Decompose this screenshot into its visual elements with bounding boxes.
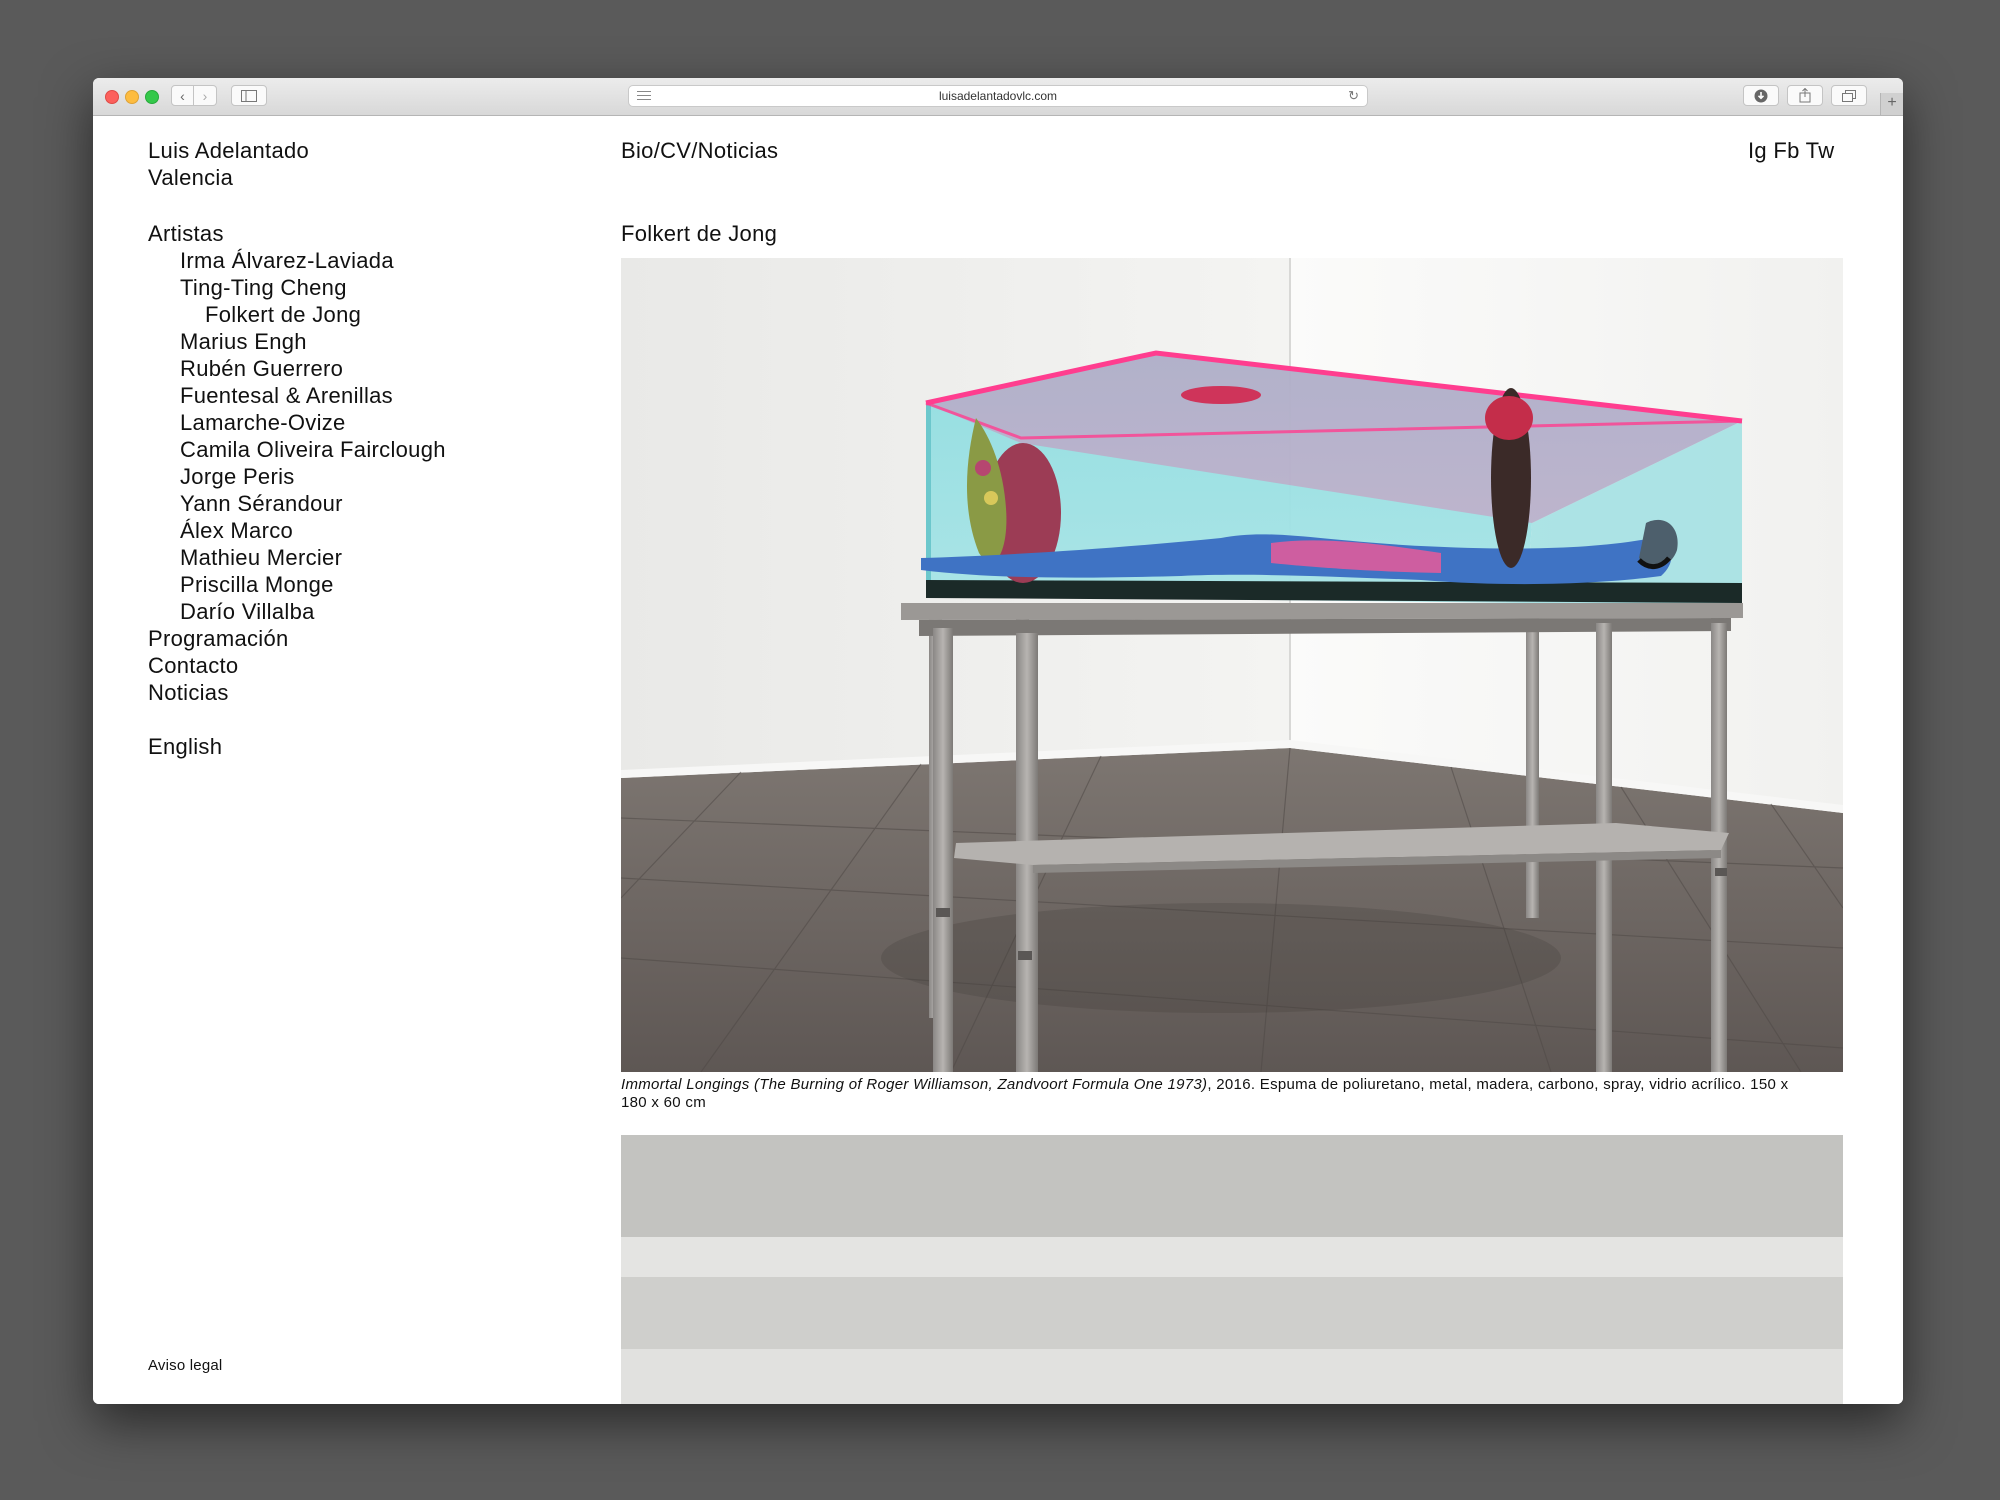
zoom-window-button[interactable] <box>145 90 159 104</box>
artist-link[interactable]: Mathieu Mercier <box>148 544 446 571</box>
share-icon <box>1799 88 1811 103</box>
share-button[interactable] <box>1787 85 1823 106</box>
artist-link[interactable]: Irma Álvarez-Laviada <box>148 247 446 274</box>
artwork-image <box>621 258 1843 1072</box>
chevron-left-icon: ‹ <box>180 87 185 104</box>
legal-notice-link[interactable]: Aviso legal <box>148 1352 222 1379</box>
site-city: Valencia <box>148 165 234 190</box>
minimize-window-button[interactable] <box>125 90 139 104</box>
artwork-image-2 <box>621 1135 1843 1404</box>
tabs-overview-button[interactable] <box>1831 85 1867 106</box>
social-links: Ig Fb Tw <box>1748 137 1834 164</box>
site-name-link[interactable]: Luis Adelantado <box>148 137 309 164</box>
close-window-button[interactable] <box>105 90 119 104</box>
artist-link[interactable]: Ting-Ting Cheng <box>148 274 446 301</box>
language-link[interactable]: English <box>148 733 446 760</box>
twitter-link[interactable]: Tw <box>1806 138 1835 163</box>
main-menu: Artistas Irma Álvarez-Laviada Ting-Ting … <box>148 220 446 760</box>
sidebar-icon <box>241 89 257 102</box>
browser-toolbar: ‹ › luisadelantadovlc.com ↻ + <box>93 78 1903 116</box>
sidebar-button[interactable] <box>231 85 267 106</box>
tabs-icon <box>1842 89 1856 102</box>
artwork-title: Immortal Longings (The Burning of Roger … <box>621 1076 1208 1093</box>
menu-artistas[interactable]: Artistas <box>148 220 446 247</box>
artist-link[interactable]: Marius Engh <box>148 328 446 355</box>
reload-icon[interactable]: ↻ <box>1348 88 1359 104</box>
browser-window: ‹ › luisadelantadovlc.com ↻ + Luis Adela… <box>93 78 1903 1404</box>
facebook-link[interactable]: Fb <box>1773 138 1799 163</box>
artist-link[interactable]: Fuentesal & Arenillas <box>148 382 446 409</box>
menu-spacer <box>148 706 446 733</box>
new-tab-button[interactable]: + <box>1880 93 1903 115</box>
artist-link[interactable]: Priscilla Monge <box>148 571 446 598</box>
url-text: luisadelantadovlc.com <box>938 89 1058 103</box>
artist-link[interactable]: Rubén Guerrero <box>148 355 446 382</box>
menu-programacion[interactable]: Programación <box>148 625 446 652</box>
artwork-caption: Immortal Longings (The Burning of Roger … <box>621 1076 1801 1112</box>
instagram-link[interactable]: Ig <box>1748 138 1767 163</box>
downloads-button[interactable] <box>1743 85 1779 106</box>
bio-cv-news-link[interactable]: Bio/CV/Noticias <box>621 137 778 164</box>
menu-contacto[interactable]: Contacto <box>148 652 446 679</box>
artist-link-active[interactable]: Folkert de Jong <box>148 301 446 328</box>
artist-link[interactable]: Jorge Peris <box>148 463 446 490</box>
chevron-right-icon: › <box>202 87 208 104</box>
artist-title: Folkert de Jong <box>621 221 778 246</box>
forward-button[interactable]: › <box>194 85 217 106</box>
address-bar[interactable]: luisadelantadovlc.com ↻ <box>628 85 1368 107</box>
history-nav: ‹ › <box>171 85 217 106</box>
artwork-photo[interactable] <box>621 258 1843 1072</box>
artist-link[interactable]: Yann Sérandour <box>148 490 446 517</box>
menu-noticias[interactable]: Noticias <box>148 679 446 706</box>
artist-link[interactable]: Darío Villalba <box>148 598 446 625</box>
web-page: Luis Adelantado Valencia Bio/CV/Noticias… <box>93 116 1903 1404</box>
artist-link[interactable]: Lamarche-Ovize <box>148 409 446 436</box>
artist-link[interactable]: Camila Oliveira Fairclough <box>148 436 446 463</box>
artwork-photo-2[interactable] <box>621 1135 1843 1404</box>
download-icon <box>1754 89 1768 102</box>
plus-icon: + <box>1887 94 1897 111</box>
artist-link[interactable]: Álex Marco <box>148 517 446 544</box>
back-button[interactable]: ‹ <box>171 85 194 106</box>
